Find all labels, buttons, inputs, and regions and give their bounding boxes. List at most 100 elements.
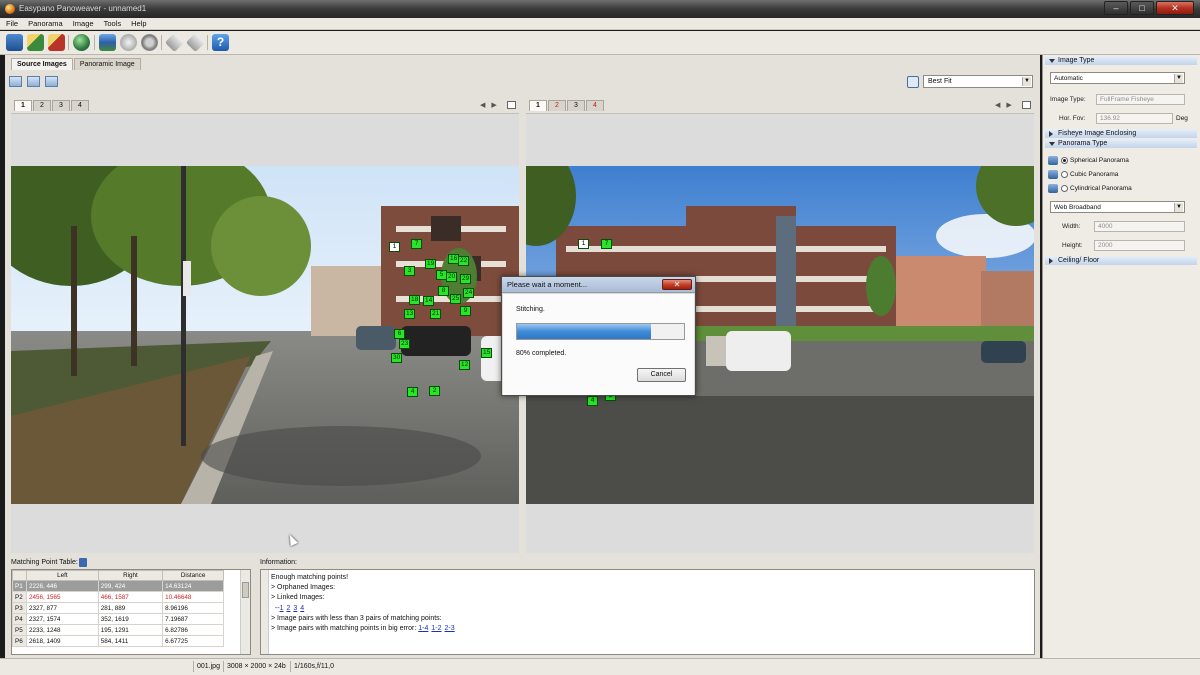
error-pair-link-3[interactable]: 2-3	[445, 625, 455, 632]
left-match-point-marker[interactable]: 4	[407, 387, 418, 397]
spherical-panorama-option[interactable]: Spherical Panorama	[1048, 155, 1129, 167]
right-match-point-marker[interactable]: 7	[601, 239, 612, 249]
radio-unselected[interactable]	[1061, 170, 1068, 178]
tab-panoramic-image[interactable]: Panoramic Image	[73, 58, 141, 70]
left-nav-arrows[interactable]: ◀▶	[480, 101, 503, 109]
left-match-point-marker[interactable]: 29	[460, 274, 472, 284]
header-index[interactable]	[12, 570, 27, 581]
blend-icon[interactable]	[120, 34, 137, 51]
menu-file[interactable]: File	[6, 19, 18, 28]
left-match-point-marker[interactable]: 14	[423, 296, 435, 306]
left-match-point-marker[interactable]: 1	[389, 242, 400, 252]
table-row[interactable]: P5 2233, 1248 195, 1291 6.82786	[12, 624, 224, 636]
left-tab-4[interactable]: 4	[71, 100, 89, 111]
info-line: Enough matching points!	[271, 574, 349, 581]
output-size-select[interactable]: Web Broadband ▼	[1050, 201, 1185, 213]
right-tab-4[interactable]: 4	[586, 100, 604, 111]
ceiling-floor-header[interactable]: Ceiling/ Floor	[1045, 256, 1197, 265]
maximize-button[interactable]: □	[1130, 1, 1154, 15]
linked-image-link-3[interactable]: 3	[293, 605, 297, 612]
table-row[interactable]: P2 2456, 1565 466, 1587 10.46648	[12, 591, 224, 603]
right-nav-arrows[interactable]: ◀▶	[995, 101, 1018, 109]
add-images-icon[interactable]	[27, 34, 44, 51]
left-match-point-marker[interactable]: 22	[458, 256, 470, 266]
table-row[interactable]: P4 2327, 1574 352, 1619 7.19687	[12, 613, 224, 625]
header-left[interactable]: Left	[26, 570, 99, 581]
table-row[interactable]: P1 2226, 446 299, 424 14.63124	[12, 580, 224, 592]
table-row[interactable]: P3 2327, 877 281, 889 8.96196	[12, 602, 224, 614]
header-distance[interactable]: Distance	[162, 570, 224, 581]
cylindrical-panorama-option[interactable]: Cylindrical Panorama	[1048, 183, 1132, 195]
right-preview-icon[interactable]	[1022, 101, 1031, 109]
linked-image-link-4[interactable]: 4	[300, 605, 304, 612]
left-match-point-marker[interactable]: 7	[411, 239, 422, 249]
left-tab-2[interactable]: 2	[33, 100, 51, 111]
left-match-point-marker[interactable]: 20	[446, 272, 458, 282]
tab-source-images[interactable]: Source Images	[11, 58, 73, 70]
menu-tools[interactable]: Tools	[104, 19, 122, 28]
left-match-point-marker[interactable]: 3	[404, 266, 415, 276]
view-pair-icon[interactable]	[45, 76, 58, 87]
view-thumbnails-icon[interactable]	[9, 76, 22, 87]
left-match-point-marker[interactable]: 13	[404, 309, 416, 319]
image-type-select[interactable]: Automatic ▼	[1050, 72, 1185, 84]
radio-selected[interactable]	[1061, 156, 1068, 164]
info-scrollbar[interactable]	[261, 570, 269, 654]
left-match-point-marker[interactable]: 24	[463, 288, 475, 298]
zoom-select[interactable]: Best Fit ▼	[923, 75, 1033, 88]
zoom-icon[interactable]	[907, 76, 919, 88]
table-scrollbar[interactable]	[240, 570, 250, 654]
right-match-point-marker[interactable]: 1	[578, 239, 589, 249]
table-scroll-thumb[interactable]	[242, 582, 249, 598]
left-match-point-marker[interactable]: 19	[425, 259, 437, 269]
dialog-close-button[interactable]: ✕	[662, 279, 692, 290]
close-window-button[interactable]: ✕	[1156, 1, 1194, 15]
left-match-point-marker[interactable]: 2	[429, 386, 440, 396]
undo-icon[interactable]	[164, 32, 185, 53]
left-preview-icon[interactable]	[507, 101, 516, 109]
left-match-point-marker[interactable]: 25	[450, 294, 462, 304]
left-match-point-marker[interactable]: 21	[430, 309, 442, 319]
minimize-button[interactable]: –	[1104, 1, 1128, 15]
publish-icon[interactable]	[141, 34, 158, 51]
menu-image[interactable]: Image	[73, 19, 94, 28]
table-row[interactable]: P6 2618, 1409 584, 1411 6.67725	[12, 635, 224, 647]
header-right[interactable]: Right	[97, 570, 164, 581]
left-match-point-marker[interactable]: 9	[460, 306, 471, 316]
image-type-header[interactable]: Image Type	[1045, 56, 1197, 65]
linked-image-link-1[interactable]: 1	[280, 605, 284, 612]
left-match-point-marker[interactable]: 8	[438, 286, 449, 296]
right-tab-1[interactable]: 1	[529, 100, 547, 111]
help-icon[interactable]: ?	[212, 34, 229, 51]
error-pair-link-1[interactable]: 1-4	[418, 625, 428, 632]
new-project-icon[interactable]	[6, 34, 23, 51]
right-tab-3[interactable]: 3	[567, 100, 585, 111]
left-match-point-marker[interactable]: 23	[399, 339, 411, 349]
redo-icon[interactable]	[185, 32, 206, 53]
info-line: > Orphaned Images:	[271, 584, 336, 592]
panorama-type-header[interactable]: Panorama Type	[1045, 139, 1197, 148]
left-image-viewer[interactable]: 1 7 3 19 16 22 5 20 29 18 14 8 24 25 13 21 9 6 23 30 15 12 4 2	[11, 113, 519, 553]
left-tab-3[interactable]: 3	[52, 100, 70, 111]
right-tab-2[interactable]: 2	[548, 100, 566, 111]
radio-unselected[interactable]	[1061, 184, 1068, 192]
fisheye-enclosing-header[interactable]: Fisheye Image Enclosing	[1045, 129, 1197, 138]
linked-image-link-2[interactable]: 2	[286, 605, 290, 612]
remove-images-icon[interactable]	[48, 34, 65, 51]
left-match-point-marker[interactable]: 15	[481, 348, 493, 358]
left-match-point-marker[interactable]: 6	[394, 329, 405, 339]
left-tab-1[interactable]: 1	[14, 100, 32, 111]
menu-help[interactable]: Help	[131, 19, 146, 28]
right-match-point-marker[interactable]: 4	[587, 396, 598, 406]
menu-panorama[interactable]: Panorama	[28, 19, 63, 28]
cubic-panorama-option[interactable]: Cubic Panorama	[1048, 169, 1118, 181]
left-match-point-marker[interactable]: 30	[391, 353, 403, 363]
error-pair-link-2[interactable]: 1-2	[431, 625, 441, 632]
trash-icon[interactable]	[79, 558, 87, 567]
cancel-button[interactable]: Cancel	[637, 368, 686, 382]
left-match-point-marker[interactable]: 12	[459, 360, 471, 370]
left-match-point-marker[interactable]: 18	[409, 295, 421, 305]
detect-points-icon[interactable]	[73, 34, 90, 51]
stitch-icon[interactable]	[99, 34, 116, 51]
view-image-icon[interactable]	[27, 76, 40, 87]
